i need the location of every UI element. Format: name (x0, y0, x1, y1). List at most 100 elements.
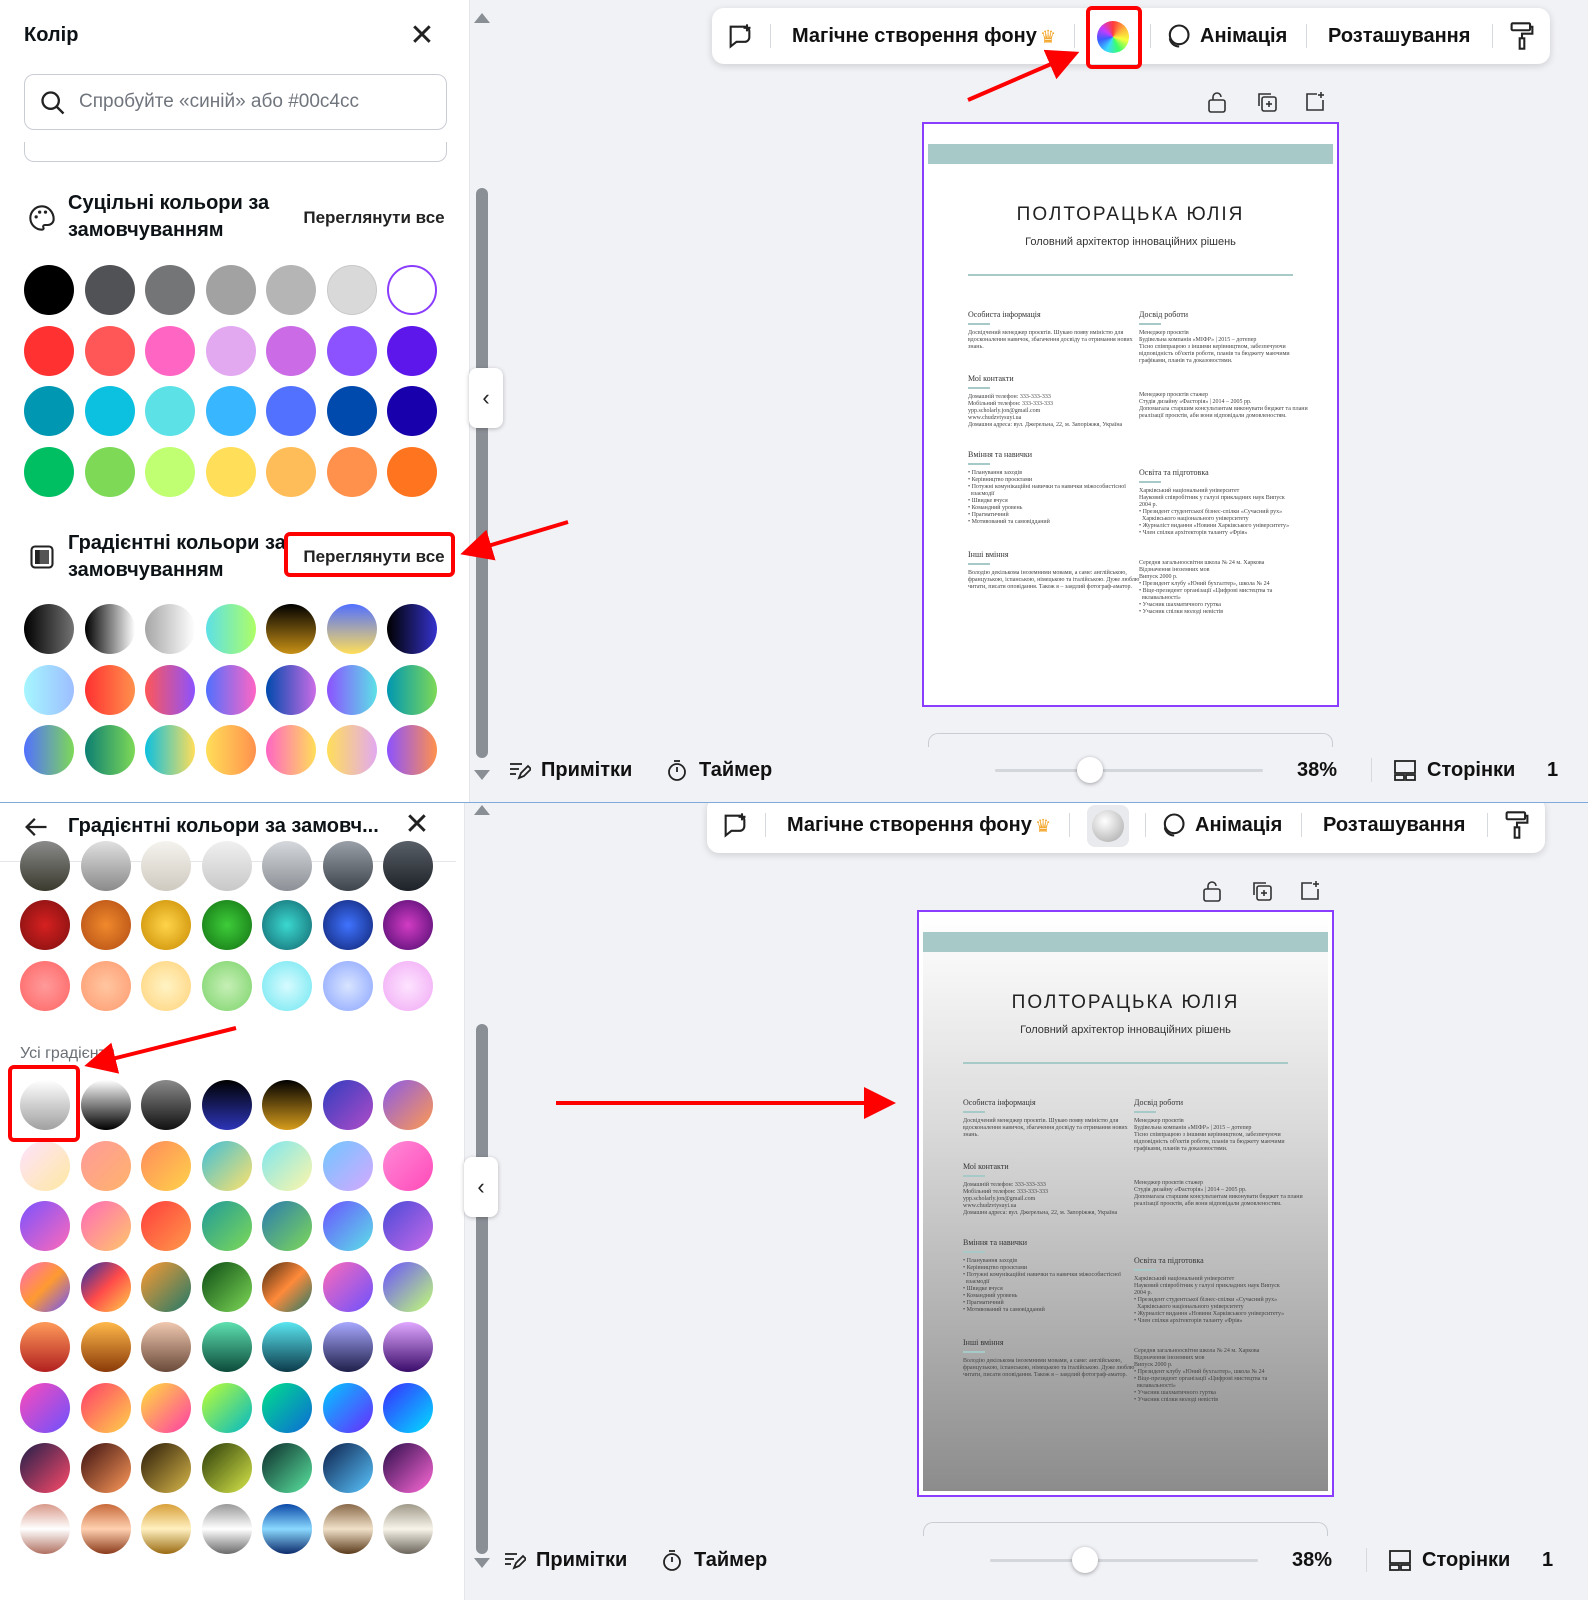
color-swatch[interactable] (205, 446, 256, 497)
color-swatch[interactable] (262, 841, 312, 891)
color-swatch[interactable] (141, 1261, 191, 1312)
color-swatch[interactable] (201, 960, 252, 1011)
color-swatch[interactable] (322, 1503, 373, 1554)
color-swatch[interactable] (387, 446, 437, 497)
color-swatch[interactable] (80, 841, 131, 891)
color-swatch[interactable] (20, 1140, 70, 1191)
color-swatch[interactable] (326, 446, 377, 497)
magic-background-button[interactable]: Магічне створення фону (787, 803, 1032, 853)
color-swatch[interactable] (383, 1382, 433, 1433)
color-swatch[interactable] (24, 664, 74, 715)
color-swatch[interactable] (145, 386, 195, 436)
zoom-value[interactable]: 38% (1292, 1540, 1332, 1580)
color-swatch[interactable] (383, 1443, 433, 1493)
comment-add-icon[interactable] (726, 22, 754, 50)
paint-roller-icon[interactable] (1508, 21, 1536, 51)
color-swatch[interactable] (383, 1201, 433, 1251)
color-swatch[interactable] (141, 1201, 191, 1251)
color-swatch[interactable] (20, 841, 70, 891)
color-swatch[interactable] (266, 325, 316, 376)
animation-button[interactable]: Анімація (1195, 803, 1282, 853)
resume-page[interactable]: ПОЛТОРАЦЬКА ЮЛІЯ Головний архітектор інно… (922, 122, 1339, 707)
color-swatch[interactable] (201, 1443, 252, 1493)
color-swatch[interactable] (20, 1261, 70, 1312)
color-swatch[interactable] (80, 1382, 131, 1433)
color-swatch[interactable] (141, 900, 191, 950)
color-swatch[interactable] (262, 1201, 312, 1251)
color-swatch[interactable] (383, 1080, 433, 1130)
scroll-up-arrow[interactable] (474, 13, 490, 23)
color-swatch[interactable] (266, 604, 316, 654)
color-swatch[interactable] (262, 1080, 312, 1130)
color-swatch[interactable] (322, 1140, 373, 1191)
color-swatch[interactable] (201, 900, 252, 950)
color-swatch[interactable] (262, 1261, 312, 1312)
color-swatch[interactable] (322, 1443, 373, 1493)
position-button[interactable]: Розташування (1323, 803, 1465, 853)
color-search-input[interactable]: Спробуйте «синій» або #00c4cc (24, 74, 447, 130)
close-icon[interactable]: ✕ (403, 810, 431, 840)
color-swatch[interactable] (262, 1382, 312, 1433)
color-swatch[interactable] (205, 604, 256, 654)
color-swatch[interactable] (201, 1201, 252, 1251)
add-page-icon[interactable] (1298, 879, 1322, 903)
scroll-up-arrow[interactable] (474, 805, 490, 815)
color-swatch[interactable] (266, 265, 316, 315)
color-swatch[interactable] (387, 265, 437, 315)
color-swatch[interactable] (266, 725, 316, 775)
color-swatch[interactable] (326, 664, 377, 715)
color-swatch[interactable] (84, 386, 135, 436)
collapse-panel-button[interactable]: ‹ (469, 368, 503, 428)
color-swatch[interactable] (145, 664, 195, 715)
color-swatch[interactable] (266, 664, 316, 715)
color-swatch[interactable] (20, 960, 70, 1011)
color-swatch[interactable] (80, 1261, 131, 1312)
color-swatch[interactable] (80, 1201, 131, 1251)
color-swatch[interactable] (262, 1443, 312, 1493)
color-swatch[interactable] (84, 446, 135, 497)
scroll-down-arrow[interactable] (474, 770, 490, 780)
color-swatch[interactable] (387, 386, 437, 436)
magic-background-button[interactable]: Магічне створення фону (792, 8, 1037, 64)
color-swatch[interactable] (322, 900, 373, 950)
comment-add-icon[interactable] (721, 811, 749, 839)
color-swatch[interactable] (322, 1382, 373, 1433)
color-swatch[interactable] (24, 386, 74, 436)
color-swatch[interactable] (20, 1382, 70, 1433)
color-swatch[interactable] (383, 900, 433, 950)
color-swatch[interactable] (20, 1503, 70, 1554)
color-swatch[interactable] (322, 841, 373, 891)
color-swatch[interactable] (141, 1322, 191, 1372)
color-swatch[interactable] (387, 604, 437, 654)
color-swatch[interactable] (24, 725, 74, 775)
color-swatch[interactable] (201, 1080, 252, 1130)
resume-page[interactable]: ПОЛТОРАЦЬКА ЮЛІЯ Головний архітектор інно… (917, 910, 1334, 1497)
color-swatch[interactable] (24, 265, 74, 315)
color-swatch[interactable] (266, 386, 316, 436)
color-swatch[interactable] (145, 604, 195, 654)
color-swatch[interactable] (266, 446, 316, 497)
color-swatch[interactable] (322, 1322, 373, 1372)
color-swatch[interactable] (145, 725, 195, 775)
color-swatch[interactable] (205, 386, 256, 436)
lock-icon[interactable] (1205, 90, 1229, 114)
color-swatch[interactable] (141, 1080, 191, 1130)
color-swatch[interactable] (80, 1140, 131, 1191)
color-swatch[interactable] (383, 1140, 433, 1191)
color-swatch[interactable] (383, 1503, 433, 1554)
color-swatch[interactable] (141, 1140, 191, 1191)
color-swatch[interactable] (80, 1322, 131, 1372)
color-swatch[interactable] (141, 841, 191, 891)
color-swatch[interactable] (205, 664, 256, 715)
notes-button[interactable]: Примітки (536, 1540, 627, 1580)
color-swatch[interactable] (387, 664, 437, 715)
color-swatch[interactable] (145, 325, 195, 376)
color-swatch[interactable] (201, 1382, 252, 1433)
color-swatch[interactable] (262, 1322, 312, 1372)
color-swatch[interactable] (84, 725, 135, 775)
color-swatch[interactable] (84, 265, 135, 315)
color-swatch[interactable] (201, 1322, 252, 1372)
duplicate-icon[interactable] (1250, 879, 1274, 903)
color-swatch[interactable] (80, 1503, 131, 1554)
color-swatch[interactable] (262, 1140, 312, 1191)
